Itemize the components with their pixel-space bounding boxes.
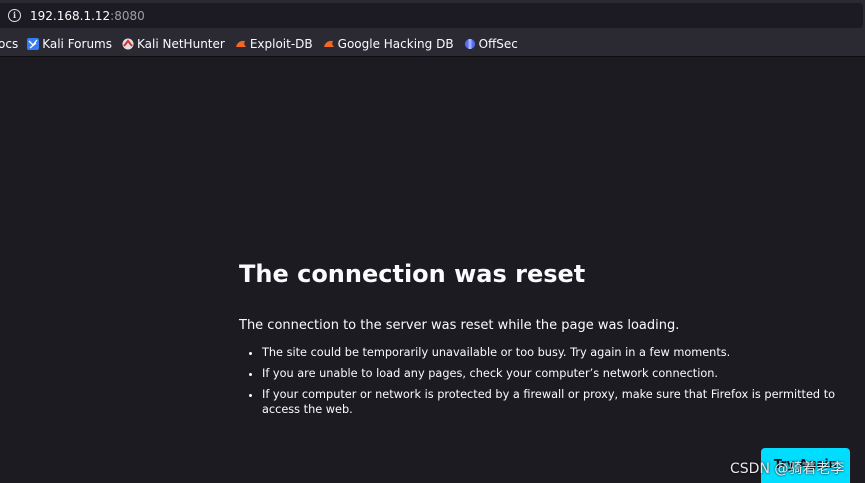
bookmark-label: ocs (0, 37, 19, 51)
bookmark-exploit-db[interactable]: Exploit-DB (235, 37, 313, 51)
error-tips-list: The site could be temporarily unavailabl… (239, 345, 854, 417)
ghdb-icon (323, 40, 334, 47)
site-info-icon[interactable]: i (8, 9, 21, 22)
url-text[interactable]: 192.168.1.12:8080 (30, 9, 145, 23)
navigation-toolbar: i 192.168.1.12:8080 (0, 0, 865, 32)
kali-forums-icon (27, 38, 40, 50)
error-tip: If you are unable to load any pages, che… (262, 366, 854, 381)
offsec-icon (464, 39, 475, 49)
url-host: 192.168.1.12 (30, 8, 111, 23)
address-bar[interactable]: i 192.168.1.12:8080 (0, 3, 863, 28)
kali-nethunter-icon (122, 38, 134, 50)
bookmark-google-hacking-db[interactable]: Google Hacking DB (323, 37, 454, 51)
bookmark-label: Kali NetHunter (137, 37, 225, 51)
error-page-content: The connection was reset The connection … (239, 258, 854, 423)
exploit-db-icon (235, 40, 246, 47)
csdn-watermark: CSDN @骑着老李 (730, 461, 845, 477)
bookmark-label: OffSec (478, 37, 518, 51)
error-description: The connection to the server was reset w… (239, 318, 680, 333)
bookmark-kali-nethunter[interactable]: Kali NetHunter (122, 37, 225, 51)
bookmark-kali-forums[interactable]: Kali Forums (27, 37, 112, 51)
error-tip: The site could be temporarily unavailabl… (262, 345, 854, 360)
url-port: :8080 (110, 8, 145, 23)
bookmarks-toolbar: ocs Kali Forums Kali NetHunter Exploit-D… (0, 32, 865, 57)
bookmark-partial[interactable]: ocs (0, 37, 18, 51)
bookmark-offsec[interactable]: OffSec (464, 37, 518, 51)
bookmark-label: Exploit-DB (249, 37, 313, 51)
bookmark-label: Google Hacking DB (337, 37, 454, 51)
error-tip: If your computer or network is protected… (262, 387, 854, 417)
bookmark-label: Kali Forums (42, 37, 112, 51)
error-title: The connection was reset (239, 260, 586, 288)
